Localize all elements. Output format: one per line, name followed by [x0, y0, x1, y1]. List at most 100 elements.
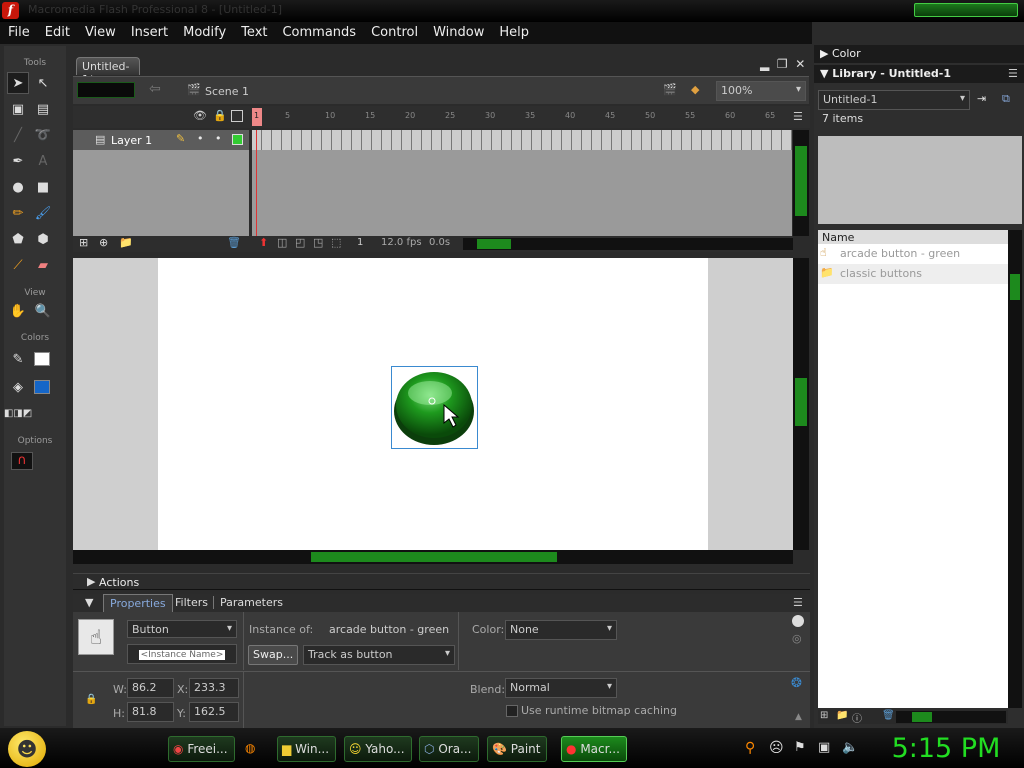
snap-to-objects-icon[interactable]: ∩ [11, 452, 33, 470]
properties-icon[interactable]: ⓘ [852, 710, 862, 725]
target-icon[interactable]: ◎ [792, 632, 802, 645]
track-select[interactable]: Track as button [303, 645, 455, 665]
actions-panel-header[interactable]: ▶ Actions [73, 573, 810, 590]
taskbar-item[interactable]: ▆ Win... [277, 736, 337, 762]
stroke-color-swatch[interactable] [34, 352, 50, 366]
fill-color-swatch[interactable] [34, 380, 50, 394]
lock-icon[interactable]: 🔒 [213, 109, 227, 122]
x-field[interactable]: 233.3 [189, 678, 239, 698]
color-panel-header[interactable]: ▶ Color [814, 45, 1024, 63]
menu-file[interactable]: File [0, 22, 37, 40]
new-library-panel-icon[interactable]: ⧉ [1002, 92, 1010, 106]
new-folder-icon[interactable]: 📁 [836, 710, 848, 721]
edit-symbols-icon[interactable]: ◆ [691, 83, 699, 96]
timeline-menu-icon[interactable]: ☰ [793, 110, 803, 123]
library-vscroll[interactable] [1008, 230, 1022, 708]
visible-dot-icon[interactable]: • [197, 132, 204, 145]
resize-arrow-icon[interactable]: ▲ [795, 712, 802, 722]
document-tab[interactable]: Untitled-1* [76, 57, 140, 86]
library-menu-icon[interactable]: ☰ [1008, 67, 1018, 80]
library-item[interactable]: 📁 classic buttons [818, 264, 1008, 284]
collapse-arrow-icon[interactable]: ▼ [85, 596, 93, 609]
swap-button[interactable]: Swap... [248, 645, 299, 665]
frame-ruler[interactable]: 1 5 10 15 20 25 30 35 40 45 50 55 60 65 [252, 108, 792, 126]
height-field[interactable]: 81.8 [127, 702, 174, 722]
add-motion-guide-icon[interactable]: ⊕ [99, 236, 108, 249]
subselection-tool-icon[interactable]: ↖ [32, 72, 54, 94]
eraser-tool-icon[interactable]: ▰ [32, 254, 54, 276]
gradient-transform-tool-icon[interactable]: ▤ [32, 98, 54, 120]
library-panel-header[interactable]: ▼ Library - Untitled-1 [814, 65, 1024, 83]
library-item[interactable]: ☝ arcade button - green [818, 244, 1008, 264]
zoom-select[interactable]: 100% [716, 81, 806, 101]
y-field[interactable]: 162.5 [189, 702, 239, 722]
stroke-color-icon[interactable]: ✎ [7, 348, 29, 370]
timeline-toggle[interactable] [77, 82, 135, 98]
taskbar-clock[interactable]: 5:15 PM [872, 732, 1020, 766]
menu-edit[interactable]: Edit [37, 22, 77, 40]
taskbar-item[interactable]: ☺ Yaho... [344, 736, 412, 762]
action-center-icon[interactable]: ⚑ [794, 740, 806, 755]
selection-tool-icon[interactable]: ➤ [7, 72, 29, 94]
layer-row[interactable]: ▤ Layer 1 ✎ • • [73, 130, 249, 150]
lasso-tool-icon[interactable]: ➰ [32, 124, 54, 146]
timeline-hscroll[interactable] [463, 238, 793, 250]
insert-folder-icon[interactable]: 📁 [119, 236, 133, 249]
document-window-controls[interactable]: ▂ ❐ ✕ [760, 57, 810, 73]
tab-properties[interactable]: Properties [103, 594, 173, 612]
library-name-header[interactable]: Name [818, 230, 1008, 244]
constrain-lock-icon[interactable]: 🔒 [85, 694, 97, 705]
back-arrow-icon[interactable]: ⇦ [149, 81, 161, 97]
menu-commands[interactable]: Commands [274, 22, 363, 40]
blend-select[interactable]: Normal [505, 678, 617, 698]
help-icon[interactable] [792, 615, 804, 627]
color-select[interactable]: None [505, 620, 617, 640]
taskbar-item[interactable]: ◉ Freei... [168, 736, 235, 762]
line-tool-icon[interactable]: ╱ [7, 124, 29, 146]
props-menu-icon[interactable]: ☰ [793, 596, 803, 609]
edit-scene-icon[interactable]: 🎬 [663, 83, 677, 96]
hand-tool-icon[interactable]: ✋ [7, 300, 29, 322]
onion-outlines-icon[interactable]: ◰ [295, 236, 305, 249]
eye-icon[interactable]: 👁 [193, 109, 207, 122]
zoom-tool-icon[interactable]: 🔍 [32, 300, 54, 322]
messenger-tray-icon[interactable]: ☹ [769, 740, 784, 756]
collapse-arrow-icon[interactable]: ▼ [820, 67, 832, 80]
center-frame-icon[interactable]: ⬆ [259, 236, 268, 249]
expand-arrow-icon[interactable]: ▶ [87, 575, 95, 588]
stage-vscroll[interactable] [793, 258, 809, 550]
button-instance-selection[interactable] [391, 366, 478, 449]
frame-cells[interactable] [252, 130, 792, 150]
timeline-vscroll[interactable] [793, 130, 809, 236]
window-controls[interactable] [914, 3, 1018, 17]
library-document-select[interactable]: Untitled-1 [818, 90, 970, 110]
layer-name[interactable]: Layer 1 [111, 134, 152, 147]
layer-outline-color[interactable] [232, 134, 243, 145]
expand-arrow-icon[interactable]: ▶ [820, 47, 832, 60]
symbol-type-select[interactable]: Button [127, 620, 237, 638]
menu-modify[interactable]: Modify [175, 22, 233, 40]
lock-dot-icon[interactable]: • [215, 132, 222, 145]
text-tool-icon[interactable]: A [32, 150, 54, 172]
swap-colors-icon[interactable]: ◧◨◩ [4, 402, 32, 424]
onion-skin-icon[interactable]: ◫ [277, 236, 287, 249]
green-arcade-button[interactable] [392, 367, 477, 448]
menu-insert[interactable]: Insert [123, 22, 175, 40]
tab-filters[interactable]: Filters [169, 596, 214, 609]
delete-icon[interactable]: 🗑 [882, 710, 895, 721]
fill-color-icon[interactable]: ◈ [7, 376, 29, 398]
network-icon[interactable]: ▣ [818, 740, 830, 755]
taskbar-item[interactable]: 🎨 Paint [487, 736, 548, 762]
taskbar-item[interactable]: ● Macr... [561, 736, 627, 762]
menu-help[interactable]: Help [491, 22, 536, 40]
start-button-smiley-icon[interactable]: ☻ [8, 731, 46, 767]
width-field[interactable]: 86.2 [127, 678, 174, 698]
pin-library-icon[interactable]: ⇥ [977, 92, 986, 105]
insert-layer-icon[interactable]: ⊞ [79, 236, 88, 249]
menu-control[interactable]: Control [363, 22, 425, 40]
delete-layer-icon[interactable]: 🗑 [227, 236, 241, 249]
tab-parameters[interactable]: Parameters [213, 596, 289, 609]
rectangle-tool-icon[interactable]: ■ [32, 176, 54, 198]
bitmap-caching-checkbox[interactable] [506, 705, 518, 717]
free-transform-tool-icon[interactable]: ▣ [7, 98, 29, 120]
